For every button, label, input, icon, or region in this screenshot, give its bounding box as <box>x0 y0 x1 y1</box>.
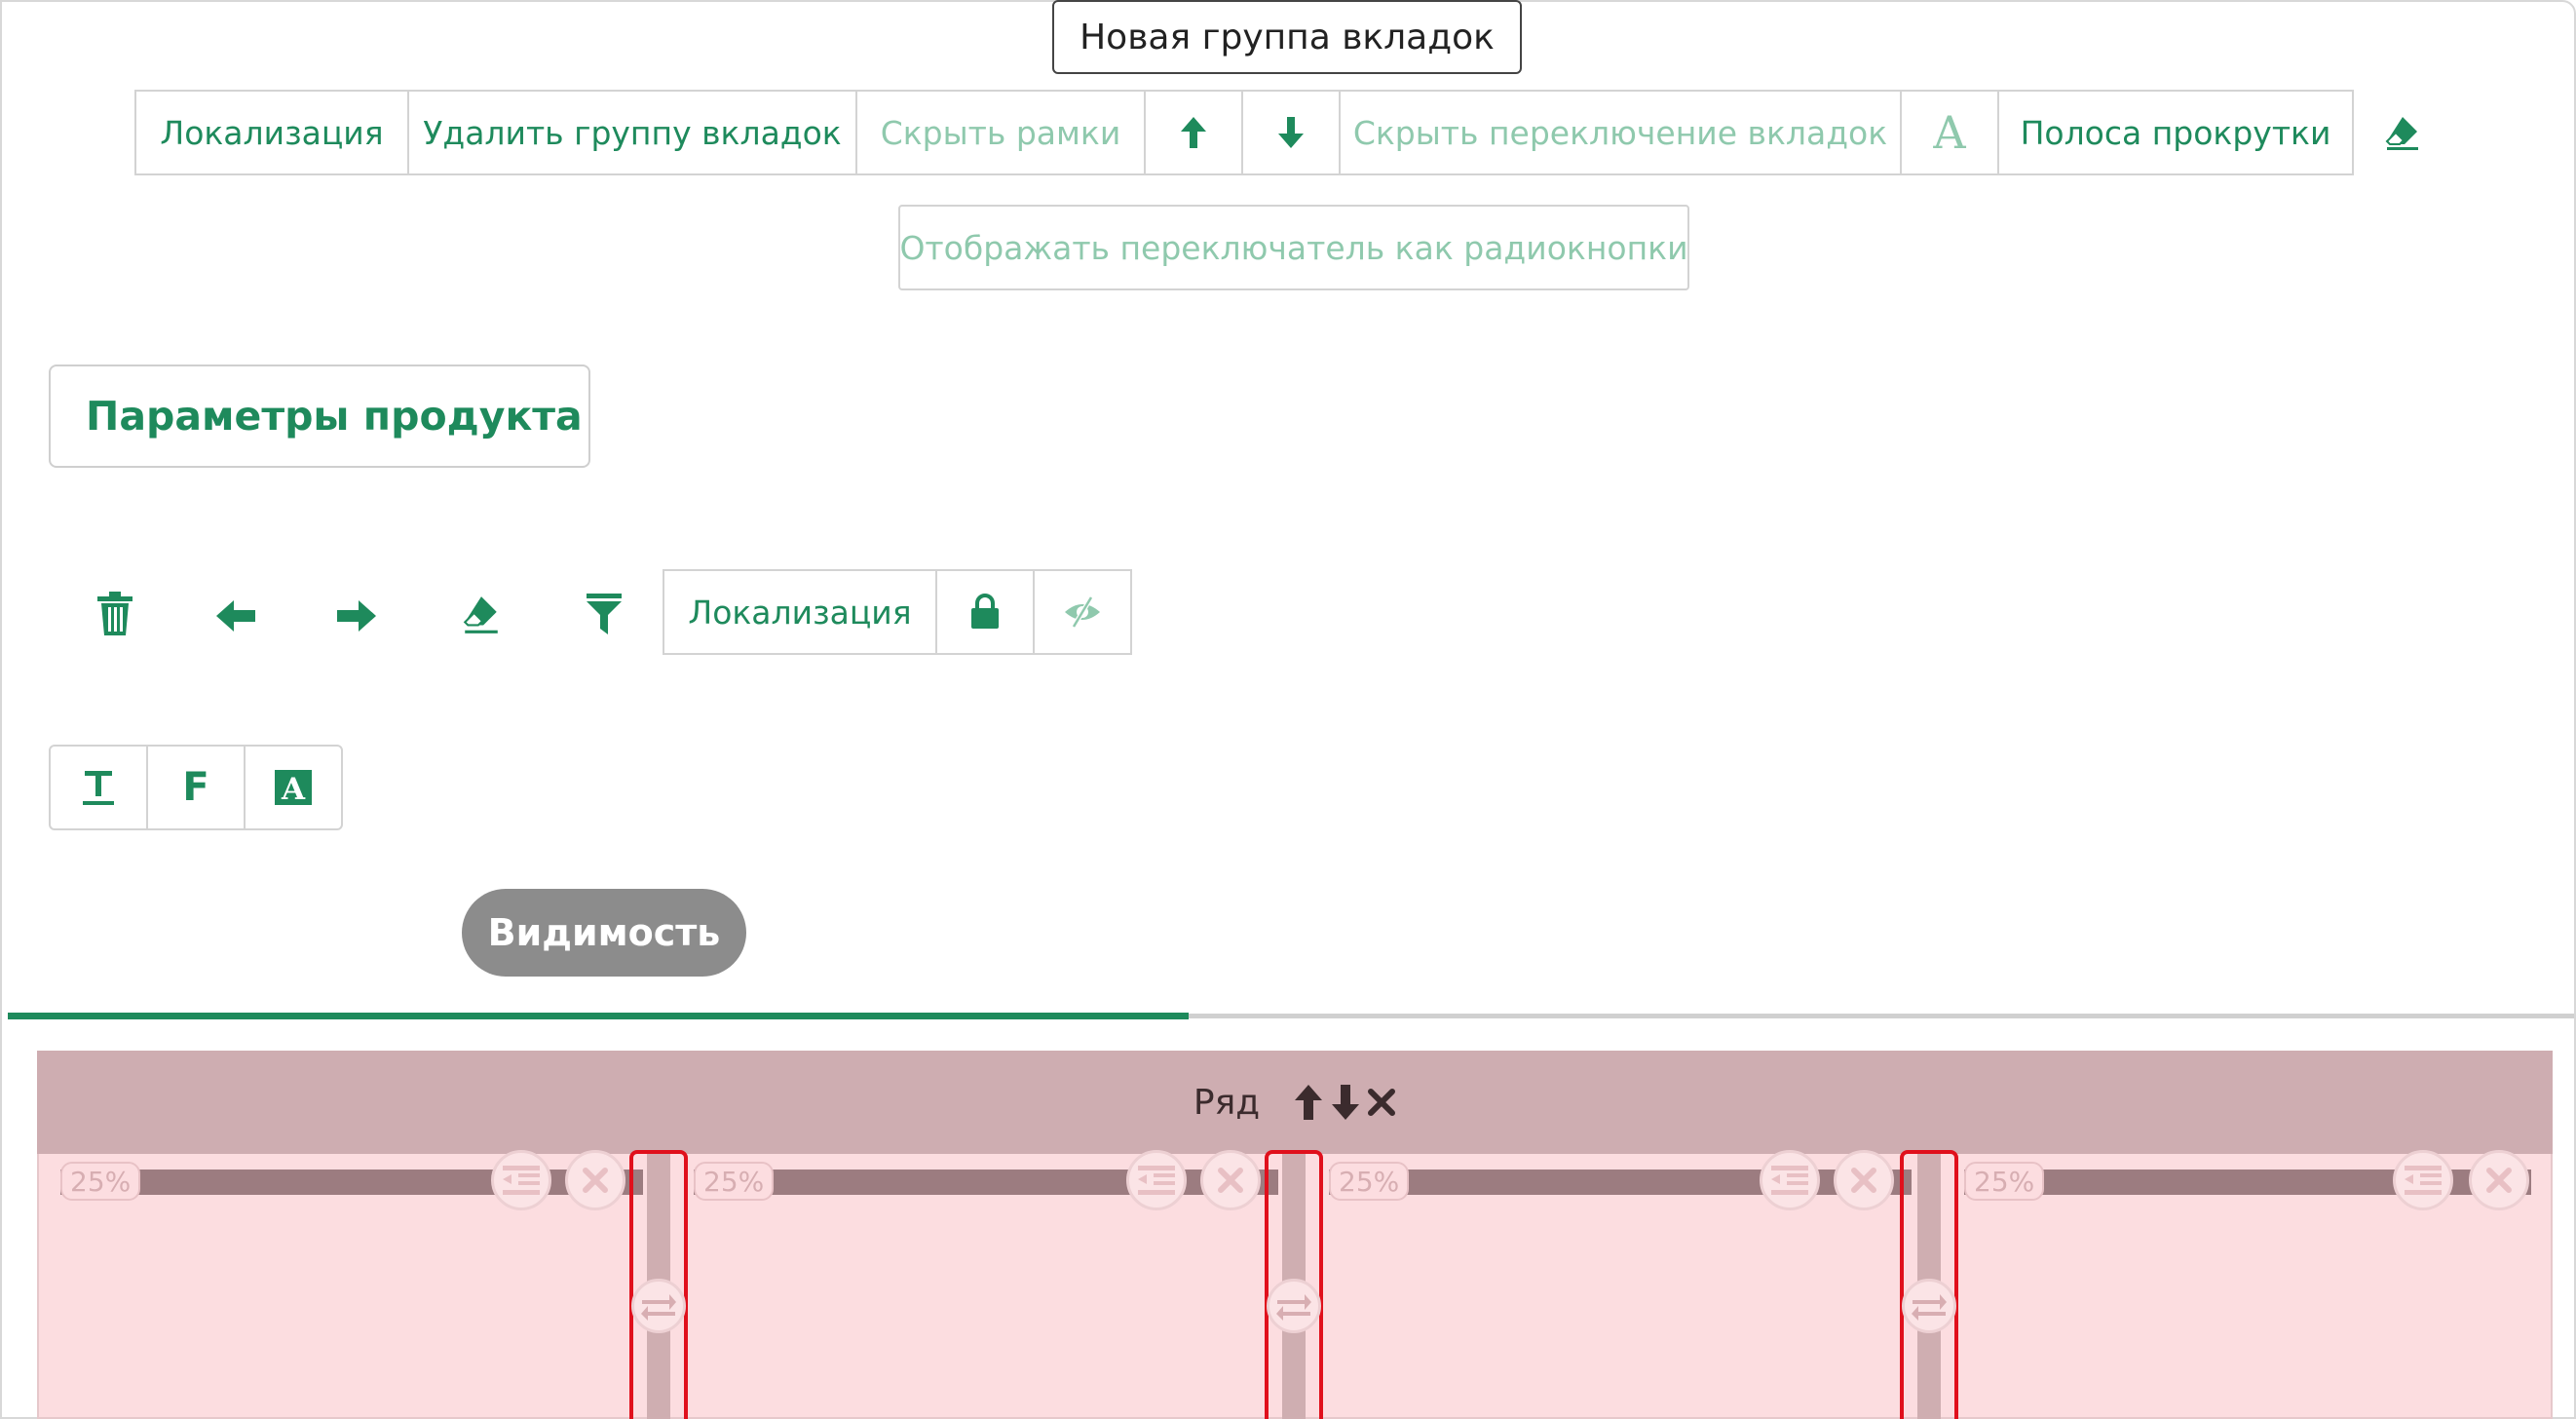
filter-button[interactable] <box>577 585 631 643</box>
filter-icon <box>587 594 622 634</box>
column-1-width[interactable]: 25% <box>60 1162 141 1201</box>
column-3-bar <box>1329 1170 1912 1195</box>
hide-tab-switch-button[interactable]: Скрыть переключение вкладок <box>1339 90 1902 175</box>
highlight-button[interactable]: A <box>244 745 343 830</box>
close-icon <box>1851 1168 1876 1193</box>
indent-list-icon <box>1771 1166 1808 1195</box>
swap-columns-button[interactable] <box>1267 1279 1321 1333</box>
arrow-up-icon <box>1181 117 1206 148</box>
tab-group-title[interactable]: Новая группа вкладок <box>1052 0 1522 74</box>
font-A-icon: A <box>1933 106 1966 159</box>
swap-icon <box>1276 1294 1311 1321</box>
font-button[interactable]: A <box>1900 90 1999 175</box>
font-f-label: F <box>182 765 209 810</box>
column-2-delete-button[interactable] <box>1200 1150 1261 1210</box>
column-divider-3[interactable] <box>1900 1150 1958 1419</box>
close-icon <box>2486 1168 2512 1193</box>
arrow-down-icon <box>1278 117 1304 148</box>
text-format-button[interactable] <box>49 745 148 830</box>
arrow-right-icon <box>337 600 376 632</box>
swap-columns-button[interactable] <box>631 1279 686 1333</box>
row-label: Ряд <box>1193 1082 1261 1123</box>
swap-icon <box>641 1294 676 1321</box>
column-4-delete-button[interactable] <box>2469 1150 2529 1210</box>
row-delete-icon[interactable] <box>1367 1088 1396 1117</box>
radio-toggle-button[interactable]: Отображать переключатель как радиокнопки <box>898 205 1689 290</box>
row-header: Ряд <box>37 1051 2553 1154</box>
highlight-A-icon: A <box>275 770 312 805</box>
hide-section-button[interactable] <box>1033 569 1132 655</box>
clear-format-button[interactable] <box>2377 109 2428 158</box>
eye-slash-icon <box>1065 595 1100 629</box>
delete-tab-group-button[interactable]: Удалить группу вкладок <box>407 90 857 175</box>
font-style-button[interactable]: F <box>146 745 246 830</box>
lock-button[interactable] <box>935 569 1035 655</box>
move-right-button[interactable] <box>329 589 384 643</box>
eraser-icon <box>2385 117 2418 150</box>
arrow-left-icon <box>216 600 255 632</box>
row-move-down-icon[interactable] <box>1330 1083 1361 1122</box>
close-icon <box>583 1168 608 1193</box>
move-up-button[interactable] <box>1144 90 1243 175</box>
delete-section-button[interactable] <box>88 585 142 643</box>
column-3-width[interactable]: 25% <box>1329 1162 1410 1201</box>
swap-icon <box>1912 1294 1947 1321</box>
column-4-settings-button[interactable] <box>2393 1150 2453 1210</box>
hide-borders-button[interactable]: Скрыть рамки <box>855 90 1146 175</box>
column-4-width[interactable]: 25% <box>1964 1162 2045 1201</box>
section-title[interactable]: Параметры продукта <box>49 364 590 468</box>
visibility-button[interactable]: Видимость <box>462 889 746 977</box>
column-divider-2[interactable] <box>1265 1150 1323 1419</box>
indent-list-icon <box>2405 1166 2442 1195</box>
lock-icon <box>971 594 999 629</box>
column-1-bar <box>60 1170 643 1195</box>
localization-button[interactable]: Локализация <box>134 90 409 175</box>
svg-text:A: A <box>281 772 306 805</box>
column-2-bar <box>694 1170 1278 1195</box>
text-format-icon <box>83 771 114 805</box>
move-down-button[interactable] <box>1241 90 1341 175</box>
indent-list-icon <box>503 1166 540 1195</box>
column-divider-1[interactable] <box>629 1150 688 1419</box>
eraser-icon <box>463 596 498 633</box>
close-icon <box>1218 1168 1243 1193</box>
scrollbar-button[interactable]: Полоса прокрутки <box>1997 90 2354 175</box>
column-2-settings-button[interactable] <box>1126 1150 1187 1210</box>
indent-list-icon <box>1138 1166 1175 1195</box>
column-1-delete-button[interactable] <box>565 1150 625 1210</box>
column-3-delete-button[interactable] <box>1834 1150 1894 1210</box>
section-localization-button[interactable]: Локализация <box>663 569 937 655</box>
progress-fill <box>8 1013 1189 1019</box>
column-1-settings-button[interactable] <box>491 1150 551 1210</box>
move-left-button[interactable] <box>208 589 263 643</box>
clear-section-format-button[interactable] <box>454 587 509 643</box>
column-3-settings-button[interactable] <box>1760 1150 1820 1210</box>
trash-icon <box>97 592 133 635</box>
row-move-up-icon[interactable] <box>1293 1083 1324 1122</box>
column-2-width[interactable]: 25% <box>694 1162 775 1201</box>
swap-columns-button[interactable] <box>1902 1279 1956 1333</box>
